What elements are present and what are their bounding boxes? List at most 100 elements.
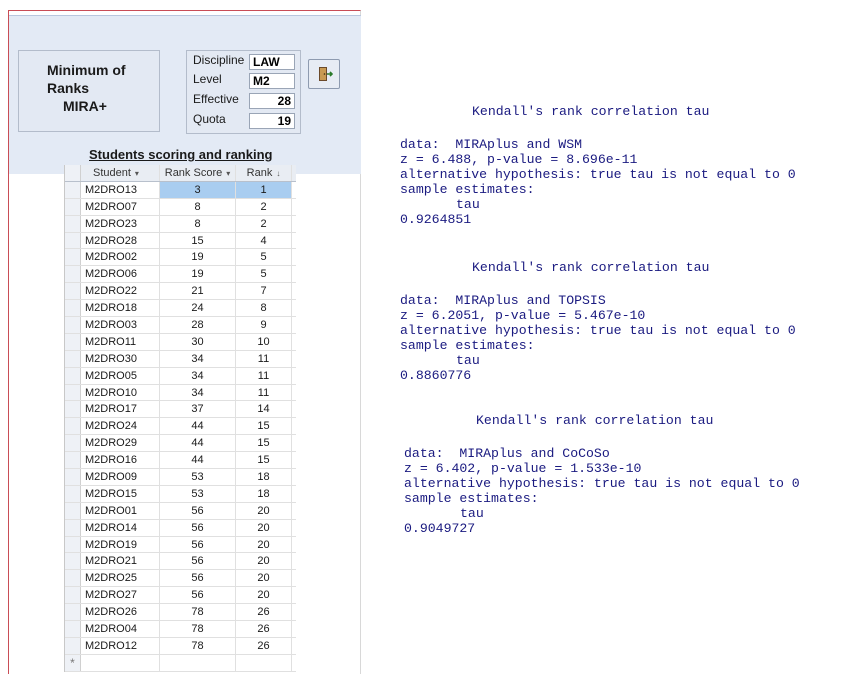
- rank-cell[interactable]: 20: [236, 502, 292, 519]
- table-row[interactable]: M2DRO07 8 2: [65, 198, 296, 216]
- new-rank-cell[interactable]: [236, 654, 292, 671]
- rank-cell[interactable]: 18: [236, 485, 292, 502]
- rank-score-cell[interactable]: 8: [160, 215, 236, 232]
- record-selector[interactable]: [65, 418, 81, 435]
- rank-score-cell[interactable]: 3: [160, 181, 236, 198]
- table-row[interactable]: M2DRO03 28 9: [65, 317, 296, 334]
- record-selector[interactable]: [65, 502, 81, 519]
- new-record-row[interactable]: *: [65, 654, 296, 672]
- student-cell[interactable]: M2DRO13: [81, 181, 160, 198]
- rank-cell[interactable]: 20: [236, 553, 292, 570]
- rank-cell[interactable]: 7: [236, 283, 292, 300]
- rank-cell[interactable]: 11: [236, 350, 292, 367]
- student-cell[interactable]: M2DRO02: [81, 249, 160, 266]
- table-row[interactable]: M2DRO05 34 11: [65, 367, 296, 385]
- record-selector[interactable]: [65, 350, 81, 367]
- rank-score-cell[interactable]: 56: [160, 570, 236, 587]
- rank-score-cell[interactable]: 24: [160, 300, 236, 317]
- rank-cell[interactable]: 4: [236, 232, 292, 249]
- rank-score-cell[interactable]: 19: [160, 249, 236, 266]
- student-cell[interactable]: M2DRO17: [81, 401, 160, 418]
- table-row[interactable]: M2DRO23 8 2: [65, 215, 296, 233]
- record-selector[interactable]: [65, 553, 81, 570]
- student-cell[interactable]: M2DRO05: [81, 367, 160, 384]
- rank-cell[interactable]: 8: [236, 300, 292, 317]
- student-cell[interactable]: M2DRO04: [81, 621, 160, 637]
- rank-score-cell[interactable]: 34: [160, 384, 236, 401]
- rank-cell[interactable]: 2: [236, 198, 292, 215]
- student-cell[interactable]: M2DRO03: [81, 317, 160, 333]
- record-selector[interactable]: [65, 637, 81, 654]
- record-selector[interactable]: [65, 536, 81, 553]
- column-header-rank-score[interactable]: Rank Score ▾: [160, 165, 236, 181]
- record-selector[interactable]: [65, 485, 81, 502]
- rank-cell[interactable]: 15: [236, 435, 292, 452]
- rank-score-cell[interactable]: 44: [160, 418, 236, 435]
- rank-score-cell[interactable]: 56: [160, 553, 236, 570]
- table-row[interactable]: M2DRO26 78 26: [65, 604, 296, 622]
- table-row[interactable]: M2DRO28 15 4: [65, 232, 296, 250]
- discipline-field[interactable]: LAW: [249, 54, 295, 70]
- record-selector[interactable]: [65, 181, 81, 198]
- table-row[interactable]: M2DRO18 24 8: [65, 300, 296, 318]
- student-cell[interactable]: M2DRO11: [81, 333, 160, 350]
- rank-score-cell[interactable]: 30: [160, 333, 236, 350]
- new-rank-score-cell[interactable]: [160, 654, 236, 671]
- rank-score-cell[interactable]: 78: [160, 604, 236, 621]
- rank-cell[interactable]: 14: [236, 401, 292, 418]
- record-selector[interactable]: [65, 283, 81, 300]
- table-row[interactable]: M2DRO21 56 20: [65, 553, 296, 571]
- record-selector[interactable]: [65, 384, 81, 401]
- student-cell[interactable]: M2DRO16: [81, 452, 160, 469]
- student-cell[interactable]: M2DRO07: [81, 198, 160, 215]
- rank-score-cell[interactable]: 53: [160, 485, 236, 502]
- student-cell[interactable]: M2DRO24: [81, 418, 160, 435]
- student-cell[interactable]: M2DRO21: [81, 553, 160, 570]
- rank-score-cell[interactable]: 56: [160, 519, 236, 536]
- column-header-rank[interactable]: Rank ↓: [236, 165, 292, 181]
- rank-score-cell[interactable]: 78: [160, 637, 236, 654]
- new-student-cell[interactable]: [81, 654, 160, 671]
- rank-score-cell[interactable]: 56: [160, 587, 236, 604]
- student-cell[interactable]: M2DRO12: [81, 637, 160, 654]
- rank-score-cell[interactable]: 53: [160, 469, 236, 485]
- rank-cell[interactable]: 5: [236, 249, 292, 266]
- record-selector[interactable]: [65, 300, 81, 317]
- table-row[interactable]: M2DRO09 53 18: [65, 469, 296, 486]
- select-all-corner[interactable]: [65, 165, 81, 181]
- dropdown-arrow-icon[interactable]: ▾: [226, 169, 230, 178]
- table-row[interactable]: M2DRO27 56 20: [65, 587, 296, 605]
- rank-score-cell[interactable]: 44: [160, 452, 236, 469]
- table-row[interactable]: M2DRO01 56 20: [65, 502, 296, 520]
- rank-cell[interactable]: 15: [236, 418, 292, 435]
- sort-ascending-icon[interactable]: ↓: [276, 169, 280, 178]
- record-selector[interactable]: [65, 435, 81, 452]
- record-selector[interactable]: [65, 587, 81, 604]
- student-cell[interactable]: M2DRO10: [81, 384, 160, 401]
- rank-cell[interactable]: 26: [236, 604, 292, 621]
- rank-cell[interactable]: 20: [236, 570, 292, 587]
- exit-button[interactable]: [308, 59, 340, 89]
- student-cell[interactable]: M2DRO18: [81, 300, 160, 317]
- student-cell[interactable]: M2DRO30: [81, 350, 160, 367]
- table-row[interactable]: M2DRO15 53 18: [65, 485, 296, 503]
- table-row[interactable]: M2DRO04 78 26: [65, 621, 296, 638]
- rank-score-cell[interactable]: 56: [160, 536, 236, 553]
- rank-score-cell[interactable]: 44: [160, 435, 236, 452]
- table-row[interactable]: M2DRO25 56 20: [65, 570, 296, 588]
- rank-cell[interactable]: 10: [236, 333, 292, 350]
- record-selector[interactable]: [65, 401, 81, 418]
- student-cell[interactable]: M2DRO06: [81, 266, 160, 283]
- rank-cell[interactable]: 11: [236, 384, 292, 401]
- rank-cell[interactable]: 9: [236, 317, 292, 333]
- rank-score-cell[interactable]: 56: [160, 502, 236, 519]
- rank-score-cell[interactable]: 19: [160, 266, 236, 283]
- rank-cell[interactable]: 26: [236, 621, 292, 637]
- table-row[interactable]: M2DRO29 44 15: [65, 435, 296, 453]
- table-row[interactable]: M2DRO19 56 20: [65, 536, 296, 554]
- record-selector[interactable]: [65, 469, 81, 485]
- record-selector[interactable]: [65, 452, 81, 469]
- rank-score-cell[interactable]: 37: [160, 401, 236, 418]
- student-cell[interactable]: M2DRO01: [81, 502, 160, 519]
- column-header-student[interactable]: Student ▾: [81, 165, 160, 181]
